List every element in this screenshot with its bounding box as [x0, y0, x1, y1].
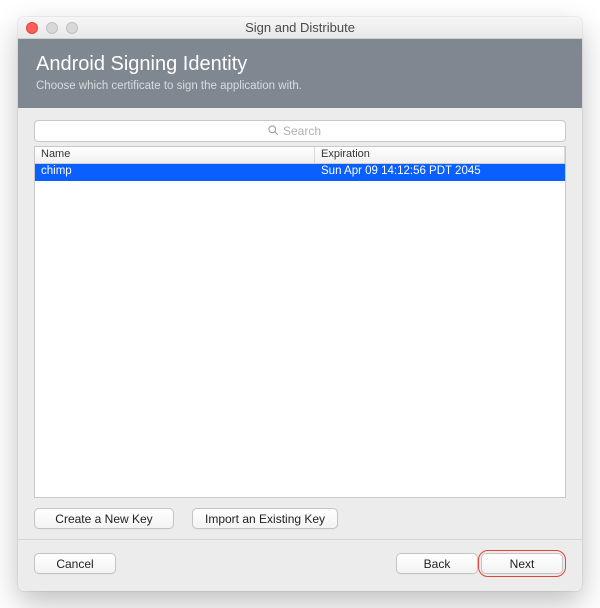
create-new-key-button[interactable]: Create a New Key — [34, 508, 174, 529]
table-body: chimp Sun Apr 09 14:12:56 PDT 2045 — [35, 164, 565, 497]
page-subtitle: Choose which certificate to sign the app… — [36, 80, 564, 92]
cell-name: chimp — [35, 164, 315, 181]
page-title: Android Signing Identity — [36, 53, 564, 76]
key-actions: Create a New Key Import an Existing Key — [34, 508, 566, 529]
search-icon — [267, 124, 279, 139]
column-header-name[interactable]: Name — [35, 147, 315, 163]
dialog-content: Name Expiration chimp Sun Apr 09 14:12:5… — [18, 108, 582, 539]
next-button[interactable]: Next — [481, 553, 563, 574]
table-row[interactable]: chimp Sun Apr 09 14:12:56 PDT 2045 — [35, 164, 565, 181]
back-button[interactable]: Back — [396, 553, 478, 574]
cell-expiration: Sun Apr 09 14:12:56 PDT 2045 — [315, 164, 565, 181]
import-existing-key-button[interactable]: Import an Existing Key — [192, 508, 338, 529]
dialog-window: Sign and Distribute Android Signing Iden… — [18, 17, 582, 591]
dialog-footer: Cancel Back Next — [18, 539, 582, 591]
next-button-highlight: Next — [478, 550, 566, 577]
identity-table: Name Expiration chimp Sun Apr 09 14:12:5… — [34, 146, 566, 498]
search-field-wrap[interactable] — [34, 120, 566, 142]
titlebar: Sign and Distribute — [18, 17, 582, 39]
table-header: Name Expiration — [35, 147, 565, 164]
column-header-expiration[interactable]: Expiration — [315, 147, 565, 163]
window-title: Sign and Distribute — [18, 20, 582, 35]
cancel-button[interactable]: Cancel — [34, 553, 116, 574]
search-input[interactable] — [283, 124, 333, 138]
dialog-header: Android Signing Identity Choose which ce… — [18, 39, 582, 108]
